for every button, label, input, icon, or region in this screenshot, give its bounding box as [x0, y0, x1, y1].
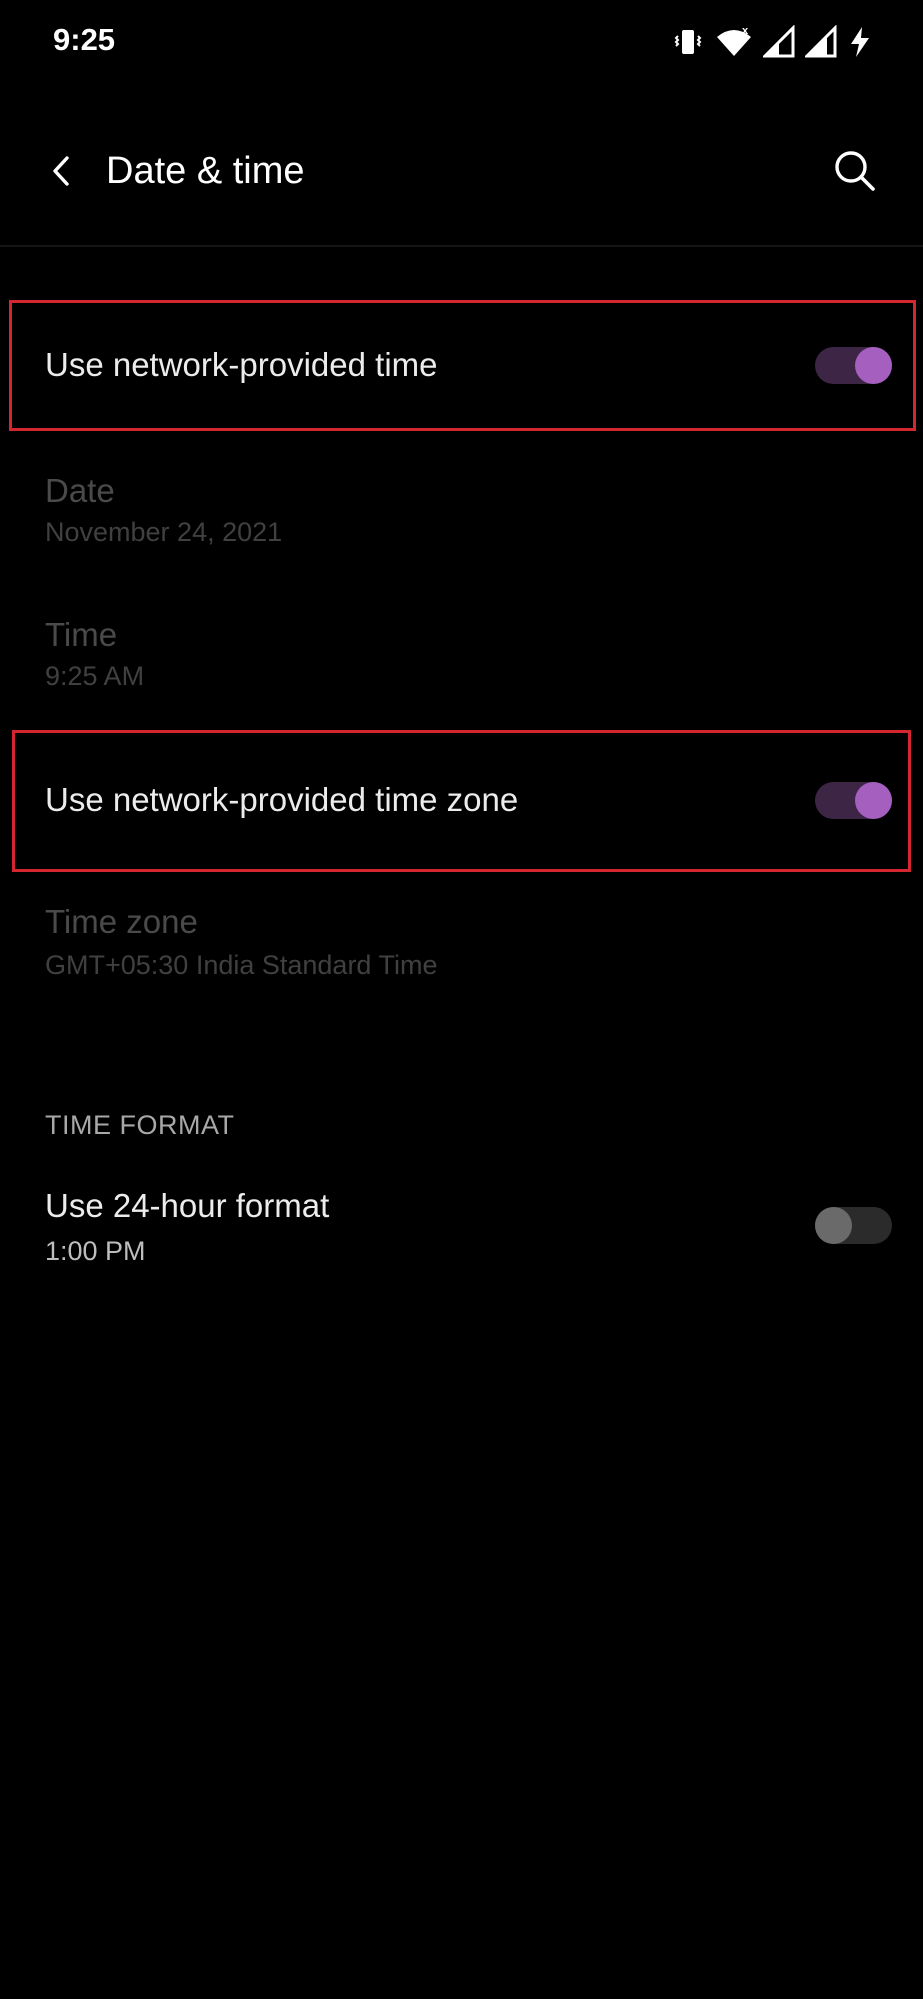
network-time-label: Use network-provided time	[45, 346, 438, 383]
status-time: 9:25	[53, 22, 116, 57]
toggle-thumb	[855, 782, 892, 819]
search-icon	[833, 149, 877, 198]
signal-x-icon	[763, 25, 795, 59]
page-title: Date & time	[106, 150, 305, 192]
time-label: Time	[45, 616, 118, 653]
toggle-thumb	[815, 1207, 852, 1244]
charging-icon	[847, 25, 873, 59]
use-24-hour-toggle[interactable]	[815, 1207, 892, 1244]
signal-icon	[805, 25, 837, 59]
time-zone-label: Time zone	[45, 903, 198, 940]
time-value: 9:25 AM	[45, 661, 145, 691]
time-format-section-header: TIME FORMAT	[45, 1110, 235, 1140]
back-arrow-icon	[47, 154, 77, 193]
use-24-hour-row[interactable]: Use 24-hour format 1:00 PM	[0, 1170, 923, 1300]
toggle-thumb	[855, 347, 892, 384]
time-zone-value: GMT+05:30 India Standard Time	[45, 950, 438, 980]
time-row: Time 9:25 AM	[0, 600, 923, 720]
status-bar: 9:25 x	[0, 0, 923, 84]
time-zone-row: Time zone GMT+05:30 India Standard Time	[0, 890, 923, 1010]
search-button[interactable]	[825, 143, 885, 203]
date-label: Date	[45, 472, 115, 509]
network-time-zone-toggle[interactable]	[815, 782, 892, 819]
status-icons: x	[671, 22, 873, 62]
date-row: Date November 24, 2021	[0, 455, 923, 575]
use-24-hour-label: Use 24-hour format	[45, 1187, 330, 1224]
back-button[interactable]	[34, 145, 90, 201]
app-bar-divider	[0, 245, 923, 247]
wifi-icon: x	[715, 25, 753, 59]
network-time-zone-label: Use network-provided time zone	[45, 781, 519, 818]
network-time-zone-row[interactable]: Use network-provided time zone	[0, 730, 923, 872]
vibrate-icon	[671, 25, 705, 59]
date-value: November 24, 2021	[45, 517, 283, 547]
use-24-hour-value: 1:00 PM	[45, 1236, 146, 1266]
app-bar: Date & time	[0, 120, 923, 230]
svg-text:x: x	[742, 25, 749, 37]
network-time-toggle[interactable]	[815, 347, 892, 384]
network-time-row[interactable]: Use network-provided time	[0, 300, 923, 430]
